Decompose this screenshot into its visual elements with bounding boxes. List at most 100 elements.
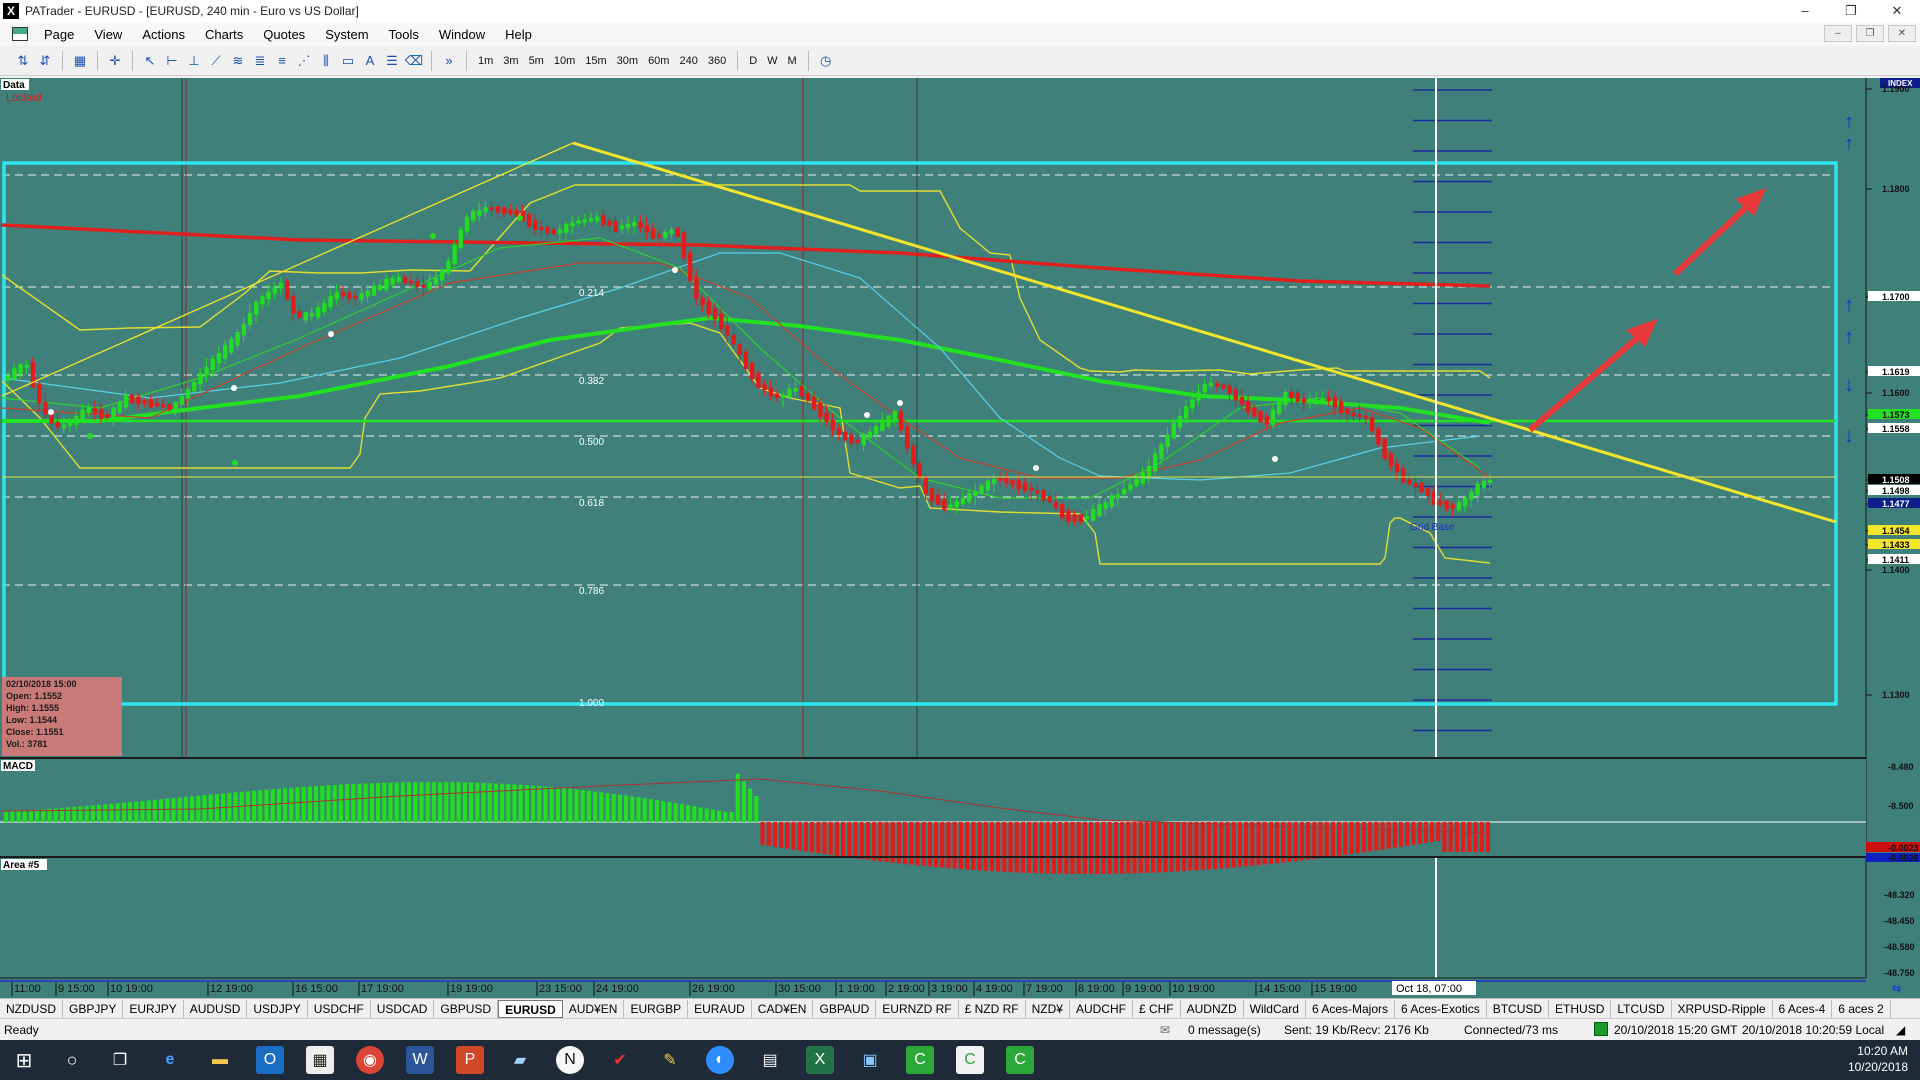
instrument-tab[interactable]: NZDUSD bbox=[0, 999, 63, 1018]
text-icon[interactable]: A bbox=[360, 51, 380, 71]
rectangle-icon[interactable]: ▭ bbox=[338, 51, 358, 71]
more-tools-button[interactable]: » bbox=[439, 51, 459, 71]
instrument-tab[interactable]: EURAUD bbox=[688, 999, 752, 1018]
start-icon[interactable]: ⊞ bbox=[10, 1046, 38, 1074]
instrument-tab[interactable]: 6 Aces-Majors bbox=[1306, 999, 1395, 1018]
instrument-tab[interactable]: AUD¥EN bbox=[563, 999, 625, 1018]
app-swoosh-icon[interactable]: ✔ bbox=[606, 1046, 634, 1074]
timeframe-240[interactable]: 240 bbox=[674, 55, 702, 67]
edge-browser-icon[interactable]: e bbox=[156, 1046, 184, 1074]
menu-actions[interactable]: Actions bbox=[132, 27, 195, 42]
timeframe-w[interactable]: W bbox=[762, 55, 782, 67]
excel-icon[interactable]: X bbox=[806, 1046, 834, 1074]
patrader-icon[interactable]: ▦ bbox=[306, 1046, 334, 1074]
camtasia-studio-icon[interactable]: C bbox=[1006, 1046, 1034, 1074]
instrument-tab[interactable]: USDJPY bbox=[247, 999, 308, 1018]
resize-grip-icon[interactable]: ◢ bbox=[1896, 1023, 1905, 1037]
vertical-line-icon[interactable]: ⊥ bbox=[184, 51, 204, 71]
instrument-tab[interactable]: 6 aces 2 bbox=[1832, 999, 1891, 1018]
menu-system[interactable]: System bbox=[315, 27, 378, 42]
restore-button[interactable]: ❐ bbox=[1828, 0, 1874, 22]
timeframe-15m[interactable]: 15m bbox=[580, 55, 611, 67]
timeframe-5m[interactable]: 5m bbox=[524, 55, 549, 67]
order-icon[interactable]: ⇵ bbox=[35, 51, 55, 71]
channel-icon[interactable]: ≋ bbox=[228, 51, 248, 71]
close-button[interactable]: ✕ bbox=[1874, 0, 1920, 22]
word-icon[interactable]: W bbox=[406, 1046, 434, 1074]
instrument-tab[interactable]: USDCHF bbox=[308, 999, 371, 1018]
task-view-icon[interactable]: ❐ bbox=[106, 1046, 134, 1074]
instrument-tab[interactable]: CAD¥EN bbox=[752, 999, 814, 1018]
status-messages[interactable]: 0 message(s) bbox=[1188, 1023, 1261, 1037]
instrument-tab[interactable]: 6 Aces-4 bbox=[1773, 999, 1833, 1018]
system-clock[interactable]: 10:20 AM 10/20/2018 bbox=[1848, 1043, 1908, 1075]
instrument-tab[interactable]: AUDUSD bbox=[184, 999, 248, 1018]
chrome-icon[interactable]: ◉ bbox=[356, 1046, 384, 1074]
outlook-icon[interactable]: O bbox=[256, 1046, 284, 1074]
file-explorer-icon[interactable]: ▬ bbox=[206, 1046, 234, 1074]
sticky-notes-icon[interactable]: ✎ bbox=[656, 1046, 684, 1074]
calculator-icon[interactable]: ▤ bbox=[756, 1046, 784, 1074]
fibonacci-icon[interactable]: ≣ bbox=[250, 51, 270, 71]
instrument-tab[interactable]: LTCUSD bbox=[1611, 999, 1672, 1018]
camtasia-icon[interactable]: C bbox=[906, 1046, 934, 1074]
cycle-lines-icon[interactable]: ⫼ bbox=[316, 51, 336, 71]
horizontal-line-icon[interactable]: ⊢ bbox=[162, 51, 182, 71]
menu-quotes[interactable]: Quotes bbox=[253, 27, 315, 42]
clock-icon[interactable]: ◷ bbox=[816, 51, 836, 71]
minimize-button[interactable]: – bbox=[1782, 0, 1828, 22]
instrument-tab[interactable]: AUDCHF bbox=[1070, 999, 1133, 1018]
timeframe-d[interactable]: D bbox=[744, 55, 762, 67]
delete-drawings-icon[interactable]: ⌫ bbox=[404, 51, 424, 71]
timeframe-360[interactable]: 360 bbox=[703, 55, 731, 67]
timeframe-m[interactable]: M bbox=[783, 55, 802, 67]
instrument-tab[interactable]: GBPAUD bbox=[813, 999, 877, 1018]
search-icon[interactable]: ○ bbox=[58, 1046, 86, 1074]
buy-sell-icon[interactable]: ⇅ bbox=[13, 51, 33, 71]
instrument-tab[interactable]: £ NZD RF bbox=[959, 999, 1026, 1018]
chart-area[interactable]: ↑ ↑ ↑ ↑ ↓ ↓ Data Locked INDEX 0.214 0.38… bbox=[0, 78, 1920, 998]
instrument-tab[interactable]: NZD¥ bbox=[1026, 999, 1070, 1018]
scroll-arrows-icon[interactable]: ⇆ bbox=[1892, 983, 1901, 995]
instrument-tab[interactable]: USDCAD bbox=[371, 999, 435, 1018]
zoom-icon[interactable]: ◐ bbox=[706, 1046, 734, 1074]
timeframe-30m[interactable]: 30m bbox=[612, 55, 643, 67]
instrument-tab[interactable]: GBPUSD bbox=[434, 999, 499, 1018]
levels-icon[interactable]: ☰ bbox=[382, 51, 402, 71]
timeframe-1m[interactable]: 1m bbox=[473, 55, 498, 67]
mdi-restore-button[interactable]: ❐ bbox=[1856, 25, 1884, 42]
timeframe-60m[interactable]: 60m bbox=[643, 55, 674, 67]
crosshair-icon[interactable]: ✛ bbox=[105, 51, 125, 71]
instrument-tab[interactable]: BTCUSD bbox=[1487, 999, 1550, 1018]
timeframe-3m[interactable]: 3m bbox=[498, 55, 523, 67]
trendline-icon[interactable]: ⟋ bbox=[206, 51, 226, 71]
envelope-icon[interactable]: ✉ bbox=[1160, 1023, 1170, 1037]
gann-icon[interactable]: ⋰ bbox=[294, 51, 314, 71]
mdi-close-button[interactable]: ✕ bbox=[1888, 25, 1916, 42]
pointer-icon[interactable]: ↖ bbox=[140, 51, 160, 71]
instrument-tab[interactable]: EURGBP bbox=[624, 999, 689, 1018]
timeframe-10m[interactable]: 10m bbox=[549, 55, 580, 67]
menu-view[interactable]: View bbox=[84, 27, 132, 42]
instrument-tab[interactable]: EURUSD bbox=[498, 999, 563, 1018]
instrument-tab[interactable]: WildCard bbox=[1244, 999, 1306, 1018]
camtasia-recorder-icon[interactable]: C bbox=[956, 1046, 984, 1074]
menu-tools[interactable]: Tools bbox=[379, 27, 429, 42]
notes-icon[interactable]: ▰ bbox=[506, 1046, 534, 1074]
mdi-minimize-button[interactable]: – bbox=[1824, 25, 1852, 42]
chart-icon[interactable]: ▦ bbox=[70, 51, 90, 71]
powerpoint-icon[interactable]: P bbox=[456, 1046, 484, 1074]
menu-window[interactable]: Window bbox=[429, 27, 495, 42]
instrument-tab[interactable]: EURNZD RF bbox=[876, 999, 959, 1018]
instrument-tab[interactable]: EURJPY bbox=[123, 999, 184, 1018]
instrument-tab[interactable]: ETHUSD bbox=[1549, 999, 1612, 1018]
fib-fan-icon[interactable]: ≡ bbox=[272, 51, 292, 71]
instrument-tab[interactable]: £ CHF bbox=[1133, 999, 1181, 1018]
instrument-tab[interactable]: XRPUSD-Ripple bbox=[1672, 999, 1773, 1018]
ninjatrader-icon[interactable]: N bbox=[556, 1046, 584, 1074]
instrument-tab[interactable]: 6 Aces-Exotics bbox=[1395, 999, 1487, 1018]
instrument-tab[interactable]: AUDNZD bbox=[1181, 999, 1244, 1018]
menu-help[interactable]: Help bbox=[495, 27, 542, 42]
chart-canvas[interactable]: ↑ ↑ ↑ ↑ ↓ ↓ Data Locked INDEX 0.214 0.38… bbox=[0, 78, 1920, 998]
menu-page[interactable]: Page bbox=[34, 27, 84, 42]
